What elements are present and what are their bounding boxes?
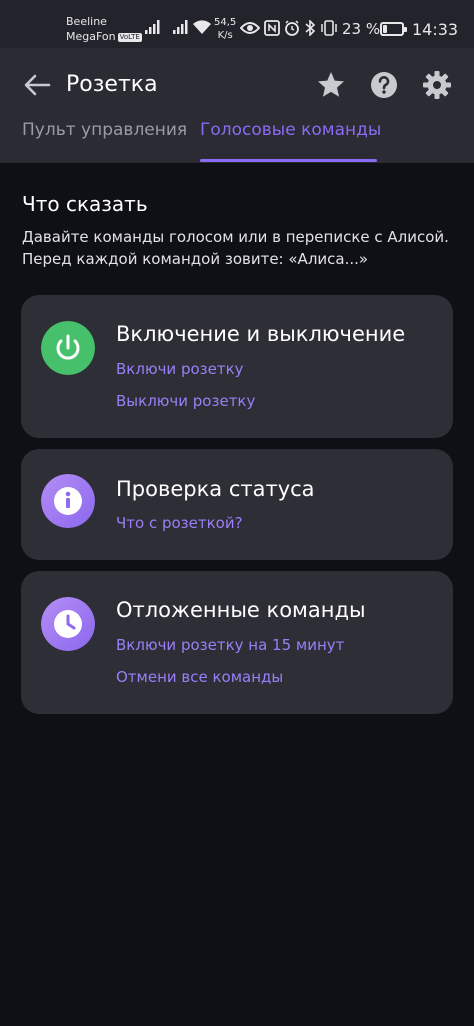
star-icon[interactable]	[316, 70, 346, 100]
back-arrow-icon[interactable]	[22, 70, 52, 100]
tab-remote-control[interactable]: Пульт управления	[22, 118, 187, 142]
battery-percent: 23 %	[342, 20, 381, 38]
clock: 14:33	[412, 20, 459, 39]
section-description: Давайте команды голосом или в переписке …	[22, 228, 449, 268]
active-tab-indicator	[200, 159, 377, 162]
vibrate-icon	[321, 20, 337, 36]
nfc-icon	[264, 20, 280, 36]
volte-badge: VoLTE	[117, 33, 142, 42]
carrier-2: MegaFon	[66, 30, 116, 43]
network-speed: 54,5 K/s	[214, 17, 237, 41]
carrier-1: Beeline	[66, 15, 107, 28]
alarm-icon	[285, 20, 299, 36]
carrier-info: Beeline MegaFon VoLTE	[66, 14, 142, 44]
signal-icon	[173, 20, 188, 34]
card-title: Проверка статуса	[116, 477, 315, 501]
section-title: Что сказать	[22, 192, 148, 216]
command-card-status: Проверка статуса Что с розеткой?	[21, 449, 453, 560]
command-card-scheduled: Отложенные команды Включи розетку на 15 …	[21, 571, 453, 714]
app-header: Розетка Пульт управления Голосовые коман…	[0, 48, 474, 163]
power-icon	[41, 321, 95, 375]
command-link[interactable]: Включи розетку	[116, 358, 244, 380]
eye-icon	[240, 22, 260, 34]
card-title: Включение и выключение	[116, 322, 406, 346]
info-icon	[41, 474, 95, 528]
signal-icon	[145, 20, 160, 34]
card-title: Отложенные команды	[116, 598, 366, 622]
clock-icon	[41, 597, 95, 651]
page-title: Розетка	[66, 72, 158, 97]
wifi-icon	[193, 20, 211, 34]
command-link[interactable]: Выключи розетку	[116, 390, 255, 412]
status-bar: Beeline MegaFon VoLTE 54,5 K/s 23 % 14:33	[0, 0, 474, 48]
tab-voice-commands[interactable]: Голосовые команды	[200, 118, 381, 142]
bluetooth-icon	[305, 20, 316, 36]
command-link[interactable]: Включи розетку на 15 минут	[116, 634, 344, 656]
battery-icon	[380, 22, 407, 36]
gear-icon[interactable]	[422, 70, 452, 100]
command-link[interactable]: Что с розеткой?	[116, 512, 243, 534]
command-link[interactable]: Отмени все команды	[116, 666, 283, 688]
help-icon[interactable]	[369, 70, 399, 100]
battery-fill	[383, 25, 387, 33]
command-card-power: Включение и выключение Включи розетку Вы…	[21, 295, 453, 438]
